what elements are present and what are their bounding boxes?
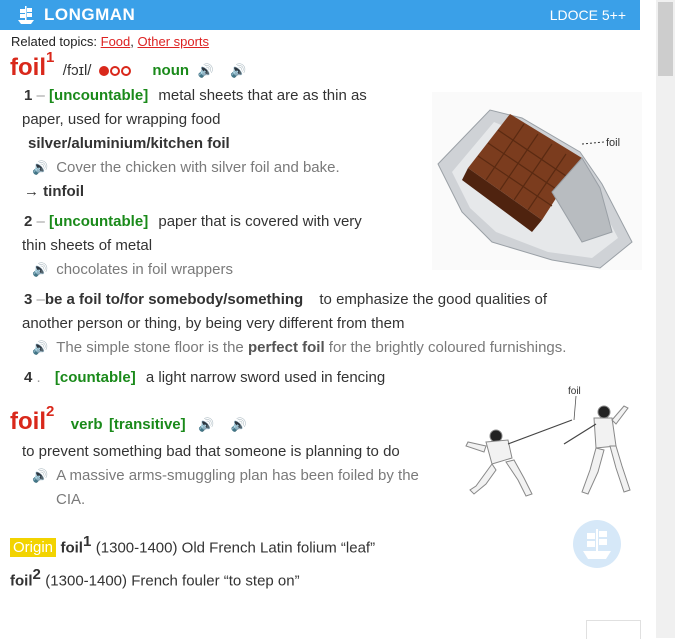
entry2-headline: foil2 verb [transitive] 🔊 🔊	[10, 403, 247, 436]
part-of-speech: verb	[70, 416, 103, 433]
foil-caption: foil	[606, 137, 620, 149]
origin-badge: Origin	[10, 538, 57, 558]
edition-label: LDOCE 5++	[549, 7, 626, 23]
brand-name: LONGMAN	[44, 5, 136, 24]
sense-1-line2: paper, used for wrapping food	[22, 111, 221, 128]
origin-line1: Origin foil1 (1300-1400) Old French Lati…	[10, 533, 376, 558]
definition: to emphasize the good qualities of	[319, 291, 548, 308]
frequency-dots	[98, 62, 132, 79]
chocolate-foil-illustration: foil	[432, 92, 642, 270]
speaker-american-icon[interactable]: 🔊	[230, 63, 246, 78]
grammar-label: [uncountable]	[49, 213, 149, 230]
speaker-british-icon[interactable]: 🔊	[198, 417, 214, 432]
sense-3-line1: 3 –be a foil to/for somebody/something t…	[24, 291, 548, 308]
related-topics: Related topics: Food, Other sports	[11, 34, 209, 49]
longman-watermark-icon	[573, 520, 621, 568]
grammar-label: [uncountable]	[49, 87, 149, 104]
speaker-american-icon[interactable]: 🔊	[231, 417, 247, 432]
example-speaker-icon[interactable]: 🔊	[32, 262, 48, 277]
sense-4-line1: 4 . [countable] a light narrow sword use…	[24, 369, 386, 386]
sense-2-line1: 2 – [uncountable] paper that is covered …	[24, 213, 362, 230]
part-of-speech: noun	[152, 62, 190, 79]
definition: paper that is covered with very	[158, 213, 362, 230]
topic-separator: ,	[130, 34, 134, 49]
entry2-example-line2: CIA.	[56, 491, 86, 508]
example-1: 🔊 Cover the chicken with silver foil and …	[32, 159, 340, 176]
scrollbar[interactable]	[656, 0, 675, 638]
scroll-thumb[interactable]	[658, 2, 673, 76]
foil-caption: foil	[568, 386, 581, 397]
example-speaker-icon[interactable]: 🔊	[32, 468, 48, 483]
sense-3-line2: another person or thing, by being very d…	[22, 315, 405, 332]
corner-box	[586, 620, 641, 639]
origin-text: (1300-1400) French fouler “to step on”	[45, 572, 300, 590]
collocation: silver/aluminium/kitchen foil	[28, 135, 230, 152]
homograph-number: 2	[46, 403, 55, 420]
origin-homnum: 2	[32, 566, 41, 583]
origin-word: foil	[60, 539, 83, 557]
app-header: LONGMAN LDOCE 5++	[0, 0, 640, 30]
related-topics-label: Related topics:	[11, 34, 97, 49]
entry2-example: 🔊 A massive arms-smuggling plan has been …	[32, 467, 419, 484]
entry2-definition: to prevent something bad that someone is…	[22, 443, 400, 460]
origin-homnum: 1	[82, 533, 92, 550]
origin-line2: foil2 (1300-1400) French fouler “to step…	[10, 566, 300, 590]
cross-reference-tinfoil[interactable]: → tinfoil	[24, 183, 84, 200]
origin-word: foil	[10, 572, 33, 590]
sense-1-line1: 1 – [uncountable] metal sheets that are …	[24, 87, 367, 104]
definition: metal sheets that are as thin as	[158, 87, 367, 104]
origin-text: (1300-1400) Old French Latin folium “lea…	[95, 539, 376, 557]
example-2: 🔊 chocolates in foil wrappers	[32, 261, 233, 278]
example-speaker-icon[interactable]: 🔊	[32, 160, 48, 175]
pronunciation: /fɔɪl/	[62, 62, 92, 79]
ship-logo-icon	[18, 6, 34, 24]
entry1-headline: foil1 /fɔɪl/ noun 🔊 🔊	[10, 49, 246, 82]
homograph-number: 1	[46, 49, 55, 66]
sense-2-line2: thin sheets of metal	[22, 237, 153, 254]
topic-link-food[interactable]: Food	[101, 34, 131, 49]
fencing-illustration: foil	[465, 386, 631, 497]
example-3: 🔊 The simple stone floor is the perfect f…	[32, 339, 567, 356]
headword: foil1	[10, 49, 55, 81]
topic-link-other-sports[interactable]: Other sports	[138, 34, 210, 49]
phrase: be a foil to/for somebody/something	[44, 291, 304, 308]
grammar-label: [countable]	[54, 369, 136, 386]
definition: a light narrow sword used in fencing	[145, 369, 386, 386]
speaker-british-icon[interactable]: 🔊	[198, 63, 214, 78]
example-speaker-icon[interactable]: 🔊	[32, 340, 48, 355]
headword: foil2	[10, 403, 55, 435]
grammar-label: [transitive]	[108, 416, 186, 433]
